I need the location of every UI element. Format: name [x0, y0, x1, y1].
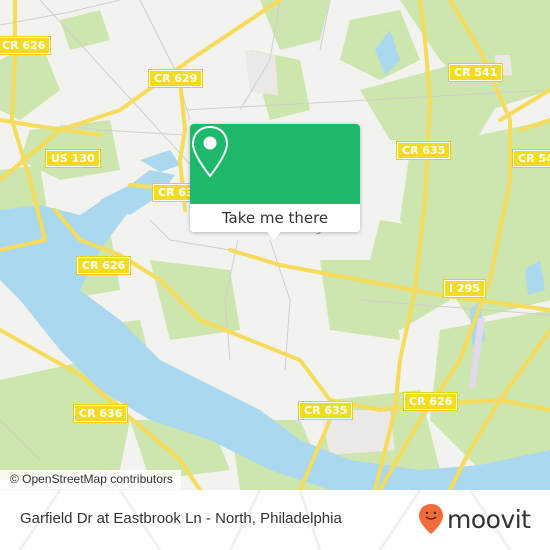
stop-title: Garfield Dr at Eastbrook Ln - North, Phi…: [20, 510, 342, 527]
road-label-cr626: CR 626: [0, 37, 51, 54]
road-label-cr541-east: CR 54: [513, 150, 550, 167]
road-label-cr626-west: CR 626: [77, 257, 131, 274]
road-label-cr635: CR 635: [397, 142, 451, 159]
road-label-cr635-south: CR 635: [299, 402, 353, 419]
popup-header: [190, 124, 360, 204]
moovit-logo-text: moovit: [447, 504, 531, 534]
take-me-there-button[interactable]: Take me there: [190, 204, 360, 232]
moovit-pin-icon: [419, 504, 443, 534]
road-label-cr629: CR 629: [149, 70, 203, 87]
map-view[interactable]: Willingboro CR 626 CR 629 US 130 CR 630 …: [0, 0, 550, 490]
road-label-cr626-south: CR 626: [404, 393, 458, 410]
map-pin-icon: [191, 125, 229, 178]
footer-bar: Garfield Dr at Eastbrook Ln - North, Phi…: [0, 490, 550, 550]
road-label-us130: US 130: [46, 150, 100, 167]
map-attribution[interactable]: © OpenStreetMap contributors: [0, 470, 181, 489]
location-popup[interactable]: Take me there: [190, 124, 360, 240]
road-label-cr541: CR 541: [449, 64, 503, 81]
road-label-cr636: CR 636: [74, 405, 128, 422]
popup-pointer: [266, 230, 282, 240]
road-label-i295: I 295: [444, 280, 485, 297]
moovit-logo[interactable]: moovit: [418, 503, 531, 535]
